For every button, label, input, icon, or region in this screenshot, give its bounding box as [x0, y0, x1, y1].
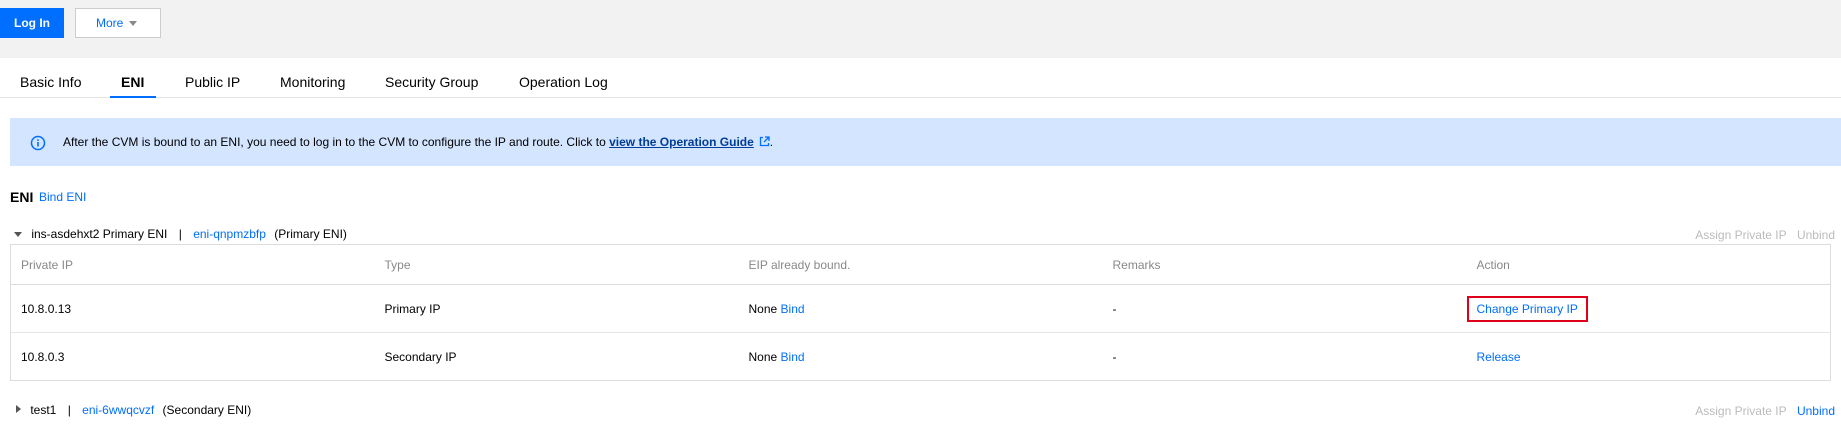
eip-value: None — [748, 349, 778, 364]
bind-eni-link[interactable]: Bind ENI — [39, 190, 86, 204]
release-link[interactable]: Release — [1477, 350, 1521, 364]
operation-guide-link[interactable]: view the Operation Guide — [609, 135, 754, 149]
notice-suffix: . — [769, 135, 774, 149]
cell-action: Release — [1467, 333, 1831, 381]
assign-private-ip-button: Assign Private IP — [1695, 404, 1787, 418]
tab-bar: Basic Info ENI Public IP Monitoring Secu… — [0, 58, 1841, 98]
separator: | — [67, 403, 71, 417]
tab-monitoring[interactable]: Monitoring — [280, 74, 345, 90]
column-header-private-ip: Private IP — [10, 244, 375, 285]
cell-eip: None Bind — [738, 284, 1103, 333]
highlight-box: Change Primary IP — [1466, 295, 1588, 322]
expand-arrow-icon[interactable] — [16, 405, 21, 413]
eni-header-primary[interactable]: ins-asdehxt2 Primary ENI | eni-qnpmzbfp … — [14, 227, 347, 243]
separator: | — [178, 227, 182, 241]
cell-type: Secondary IP — [384, 349, 457, 364]
cell-remarks: - — [1102, 284, 1467, 333]
tab-eni[interactable]: ENI — [121, 74, 144, 90]
tab-security-group[interactable]: Security Group — [385, 74, 478, 90]
unbind-button[interactable]: Unbind — [1797, 404, 1835, 418]
cell-private-ip: 10.8.0.3 — [21, 349, 65, 364]
column-header-type: Type — [374, 244, 739, 285]
cell-private-ip: 10.8.0.13 — [10, 284, 375, 333]
info-notice: After the CVM is bound to an ENI, you ne… — [10, 118, 1841, 166]
eni-actions-primary: Assign Private IP Unbind — [1695, 228, 1835, 242]
bind-eip-link[interactable]: Bind — [781, 302, 805, 316]
eni-actions-secondary: Assign Private IP Unbind — [1695, 404, 1835, 418]
table-row: 10.8.0.13 Primary IP None Bind - Change … — [10, 284, 1831, 333]
section-title: ENI — [10, 189, 34, 205]
more-dropdown-button[interactable]: More — [75, 8, 161, 38]
cell-action: Change Primary IP — [1466, 284, 1831, 333]
eni-id-link[interactable]: eni-6wwqcvzf — [82, 403, 154, 417]
external-link-icon[interactable] — [759, 136, 770, 147]
tab-operation-log[interactable]: Operation Log — [519, 74, 608, 90]
eni-header-secondary[interactable]: test1 | eni-6wwqcvzf (Secondary ENI) — [14, 403, 251, 419]
table-row: 10.8.0.3 Secondary IP None Bind - Releas… — [11, 333, 1831, 381]
login-button[interactable]: Log In — [0, 8, 64, 38]
column-header-remarks: Remarks — [1102, 244, 1467, 285]
table-header-row: Private IP Type EIP already bound. Remar… — [10, 244, 1831, 285]
unbind-button: Unbind — [1796, 228, 1835, 242]
active-tab-indicator — [110, 96, 156, 98]
eni-role: (Secondary ENI) — [162, 403, 252, 417]
change-primary-ip-link[interactable]: Change Primary IP — [1477, 302, 1578, 316]
column-header-eip: EIP already bound. — [738, 244, 1103, 285]
info-icon — [30, 135, 46, 151]
private-ip-table: Private IP Type EIP already bound. Remar… — [10, 244, 1831, 381]
cell-remarks: - — [1112, 349, 1117, 364]
collapse-arrow-icon[interactable] — [14, 232, 22, 237]
cell-type: Primary IP — [374, 284, 739, 333]
eni-name: test1 — [30, 403, 57, 417]
cell-eip: None Bind — [739, 333, 1103, 381]
more-label: More — [96, 16, 124, 30]
bind-eip-link[interactable]: Bind — [781, 350, 805, 364]
eni-name: ins-asdehxt2 Primary ENI — [31, 227, 168, 241]
assign-private-ip-button: Assign Private IP — [1695, 228, 1787, 242]
notice-message: After the CVM is bound to an ENI, you ne… — [63, 135, 606, 149]
eni-id-link[interactable]: eni-qnpmzbfp — [193, 227, 266, 241]
eni-role: (Primary ENI) — [274, 227, 347, 241]
tab-basic-info[interactable]: Basic Info — [20, 74, 81, 90]
caret-down-icon — [129, 21, 137, 26]
top-toolbar: Log In More — [0, 0, 1841, 58]
tab-public-ip[interactable]: Public IP — [185, 74, 240, 90]
column-header-action: Action — [1466, 244, 1831, 285]
eip-value: None — [748, 301, 778, 316]
notice-text: After the CVM is bound to an ENI, you ne… — [63, 135, 773, 149]
